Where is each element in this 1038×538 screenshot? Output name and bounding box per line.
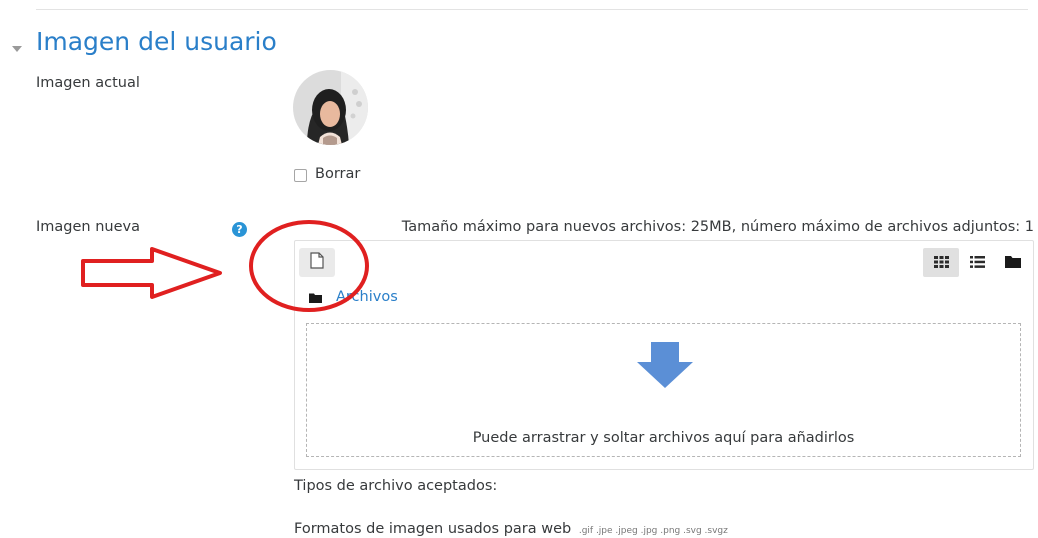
formats-extensions: .gif .jpe .jpeg .jpg .png .svg .svgz [578, 526, 728, 536]
top-divider [36, 9, 1028, 10]
delete-checkbox[interactable] [294, 169, 307, 182]
annotation-circle [246, 216, 372, 320]
drop-instructions: Puede arrastrar y soltar archivos aquí p… [472, 430, 855, 446]
folder-icon [1005, 253, 1021, 272]
list-icon [969, 253, 985, 272]
view-list-button[interactable] [959, 248, 995, 277]
accepted-types-title: Tipos de archivo aceptados: [294, 478, 498, 494]
drop-zone[interactable]: Puede arrastrar y soltar archivos aquí p… [306, 323, 1021, 457]
grid-icon [933, 253, 949, 272]
caret-down-icon[interactable] [12, 38, 22, 57]
new-image-label: Imagen nueva [36, 219, 140, 235]
max-file-info: Tamaño máximo para nuevos archivos: 25MB… [401, 219, 1034, 235]
section-title[interactable]: Imagen del usuario [36, 27, 277, 56]
view-tree-button[interactable] [995, 248, 1031, 277]
current-image-label: Imagen actual [36, 75, 140, 91]
formats-label: Formatos de imagen usados para web [294, 521, 572, 537]
question-circle-icon[interactable]: ? [232, 222, 247, 237]
view-switcher [923, 248, 1031, 277]
arrow-down-icon [637, 342, 693, 392]
accepted-formats: Formatos de imagen usados para web .gif … [294, 521, 728, 537]
file-picker: Archivos Puede arrastrar y soltar archiv… [294, 240, 1034, 470]
delete-checkbox-label[interactable]: Borrar [315, 166, 360, 182]
view-icons-button[interactable] [923, 248, 959, 277]
annotation-arrow [80, 246, 224, 306]
user-avatar [293, 70, 368, 145]
